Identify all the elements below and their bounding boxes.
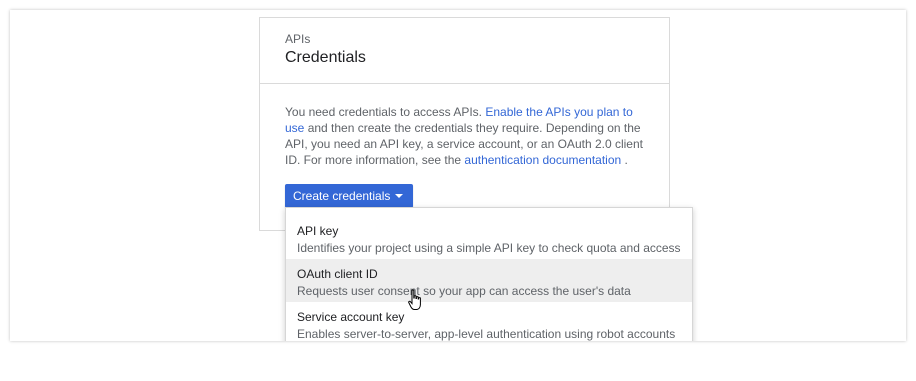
card-header: APIs Credentials (260, 18, 669, 84)
menu-item-description: Requests user consent so your app can ac… (297, 284, 631, 298)
menu-item-api-key[interactable]: API key Identifies your project using a … (286, 216, 692, 259)
description-text: . (621, 153, 628, 167)
create-credentials-button[interactable]: Create credentials (285, 184, 413, 208)
menu-item-title: OAuth client ID (297, 267, 378, 281)
hand-pointer-icon (408, 289, 421, 310)
menu-item-title: API key (297, 224, 339, 238)
authentication-documentation-link[interactable]: authentication documentation (464, 153, 621, 167)
create-credentials-menu: API key Identifies your project using a … (285, 207, 693, 341)
menu-item-description: Identifies your project using a simple A… (297, 241, 681, 255)
credentials-card: APIs Credentials You need credentials to… (259, 17, 670, 231)
page-title: Credentials (285, 49, 366, 66)
app-window: APIs Credentials You need credentials to… (10, 10, 906, 341)
menu-item-description: Enables server-to-server, app-level auth… (297, 327, 676, 341)
menu-item-service-account-key[interactable]: Service account key Enables server-to-se… (286, 302, 692, 341)
menu-item-oauth-client-id[interactable]: OAuth client ID Requests user consent so… (286, 259, 692, 302)
create-credentials-label: Create credentials (293, 189, 391, 203)
credentials-description: You need credentials to access APIs. Ena… (285, 104, 645, 168)
section-eyebrow: APIs (285, 32, 311, 46)
description-text: You need credentials to access APIs. (285, 105, 486, 119)
caret-down-icon (395, 194, 403, 198)
menu-item-title: Service account key (297, 310, 405, 324)
